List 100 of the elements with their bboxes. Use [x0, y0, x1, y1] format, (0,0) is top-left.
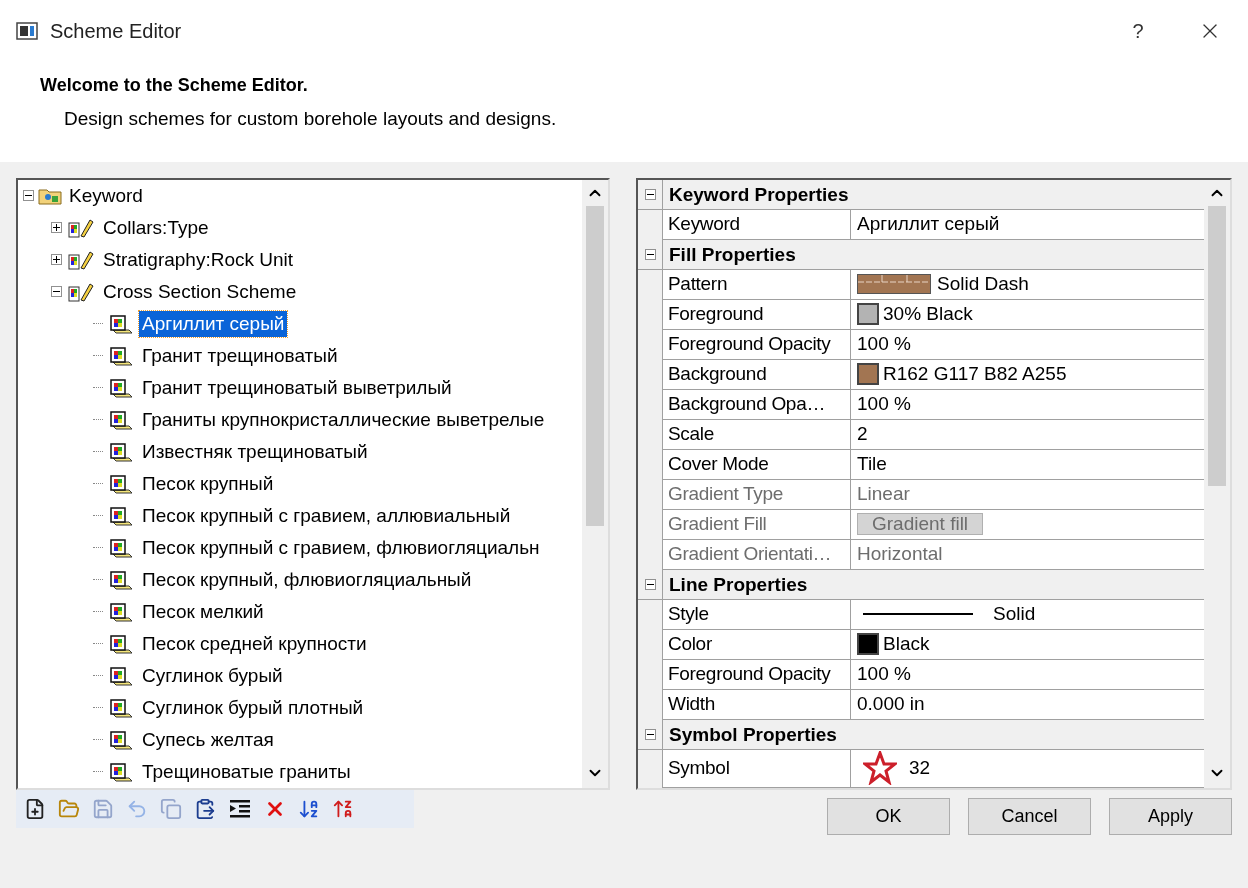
property-value: Solid	[993, 601, 1036, 626]
property-name: Symbol	[668, 755, 730, 780]
scrollbar-thumb[interactable]	[586, 205, 604, 526]
property-name: Gradient Fill	[668, 511, 767, 536]
property-name: Cover Mode	[668, 451, 769, 476]
property-value: 100 %	[857, 331, 911, 356]
property-row[interactable]: Foreground 30% Black	[662, 299, 1204, 330]
property-name: Foreground Opacity	[668, 331, 831, 356]
color-bar-pencil-icon	[68, 249, 94, 270]
collapse-toggle[interactable]	[644, 728, 656, 740]
property-value: 2	[857, 421, 868, 446]
expand-toggle[interactable]	[51, 222, 62, 233]
property-value: 100 %	[857, 391, 911, 416]
tree-item[interactable]: Аргиллит серый	[139, 310, 288, 337]
scheme-item-icon	[109, 761, 133, 782]
property-name: Foreground	[668, 301, 764, 326]
property-value: 100 %	[857, 661, 911, 686]
help-button[interactable]: ?	[1118, 11, 1158, 51]
scheme-item-icon	[109, 729, 133, 750]
property-value: Tile	[857, 451, 887, 476]
scheme-item-icon	[109, 633, 133, 654]
property-name: Keyword	[668, 211, 740, 236]
property-value: 0.000 in	[857, 691, 925, 716]
dialog-button[interactable]: OK	[827, 797, 950, 835]
scheme-item-icon	[109, 697, 133, 718]
tree-item[interactable]: Песок крупный с гравием, аллювиальный	[139, 502, 514, 529]
property-value: 32	[909, 755, 931, 780]
scheme-item-icon	[109, 409, 133, 430]
scrollbar[interactable]	[1204, 179, 1230, 788]
dialog-button[interactable]: Apply	[1109, 797, 1232, 835]
header-subtitle: Design schemes for custom borehole layouts and designs.	[63, 107, 558, 131]
property-value: Black	[883, 631, 930, 656]
indent-icon[interactable]	[228, 797, 252, 820]
property-name: Background Opa…	[668, 391, 826, 416]
property-row[interactable]: Width 0.000 in	[662, 689, 1204, 720]
tree-item[interactable]: Гранит трещиноватый выветрилый	[139, 374, 455, 401]
paste-icon[interactable]	[194, 797, 216, 820]
scheme-item-icon	[109, 537, 133, 558]
scheme-item-icon	[109, 473, 133, 494]
scheme-item-icon	[109, 313, 133, 334]
expand-toggle[interactable]	[51, 254, 62, 265]
property-row[interactable]: Symbol 32	[662, 749, 1204, 788]
tree-item[interactable]: Суглинок бурый плотный	[139, 694, 367, 721]
new-file-icon[interactable]	[24, 797, 46, 820]
scheme-item-icon	[109, 569, 133, 590]
property-row[interactable]: Cover Mode Tile	[662, 449, 1204, 480]
property-name: Color	[668, 631, 712, 656]
property-row[interactable]: Foreground Opacity 100 %	[662, 329, 1204, 360]
tree-item[interactable]: Cross Section Scheme	[100, 275, 300, 308]
tree-item[interactable]: Трещиноватые граниты	[139, 758, 354, 785]
tree-item[interactable]: Граниты крупнокристаллические выветрелые	[139, 406, 548, 433]
tree-item[interactable]: Песок мелкий	[139, 598, 267, 625]
collapse-toggle[interactable]	[644, 578, 656, 590]
property-row[interactable]: Background Opa… 100 %	[662, 389, 1204, 420]
tree-item[interactable]: Песок крупный, флювиогляциальный	[139, 566, 475, 593]
collapse-toggle[interactable]	[644, 188, 656, 200]
property-row[interactable]: Style Solid	[662, 599, 1204, 630]
property-row[interactable]: Foreground Opacity 100 %	[662, 659, 1204, 690]
scrollbar[interactable]	[582, 179, 608, 788]
property-value: Аргиллит серый	[857, 211, 1000, 236]
tree-item[interactable]: Collars:Type	[100, 211, 212, 244]
tree-item[interactable]: Супесь желтая	[139, 726, 277, 753]
window-icon	[16, 22, 38, 40]
scheme-item-icon	[109, 377, 133, 398]
property-name: Foreground Opacity	[668, 661, 831, 686]
tree-item[interactable]: Известняк трещиноватый	[139, 438, 371, 465]
open-folder-icon[interactable]	[58, 797, 80, 820]
property-row[interactable]: Scale 2	[662, 419, 1204, 450]
tree-item[interactable]: Stratigraphy:Rock Unit	[100, 243, 297, 276]
scrollbar-thumb[interactable]	[1208, 205, 1226, 486]
collapse-toggle[interactable]	[644, 248, 656, 260]
scheme-item-icon	[109, 601, 133, 622]
property-name: Gradient Type	[668, 481, 784, 506]
collapse-toggle[interactable]	[51, 286, 62, 297]
header-title: Welcome to the Scheme Editor.	[39, 74, 309, 97]
property-row[interactable]: Background R162 G117 B82 A255	[662, 359, 1204, 390]
category-header: Keyword Properties	[662, 179, 849, 209]
collapse-toggle[interactable]	[23, 190, 34, 201]
tree-item[interactable]: Песок средней крупности	[139, 630, 370, 657]
dialog-button[interactable]: Cancel	[968, 797, 1091, 835]
folder-icon	[38, 186, 62, 205]
property-row[interactable]: Pattern Solid Dash	[662, 269, 1204, 300]
property-row[interactable]: Keyword Аргиллит серый	[662, 209, 1204, 240]
tree-item[interactable]: Суглинок бурый	[139, 662, 286, 689]
color-bar-pencil-icon	[68, 281, 94, 302]
tree-item[interactable]: Песок крупный с гравием, флювиогляциальн	[139, 534, 543, 561]
window-title: Scheme Editor	[50, 19, 182, 44]
tree-item[interactable]: Гранит трещиноватый	[139, 342, 341, 369]
property-value: R162 G117 B82 A255	[883, 361, 1067, 386]
tree-item[interactable]: Keyword	[66, 179, 146, 212]
scheme-item-icon	[109, 505, 133, 526]
category-header: Fill Properties	[662, 239, 796, 269]
property-row[interactable]: Color Black	[662, 629, 1204, 660]
tree-item[interactable]: Песок крупный	[139, 470, 277, 497]
property-name: Scale	[668, 421, 715, 446]
property-name: Pattern	[668, 271, 728, 296]
property-value: 30% Black	[883, 301, 973, 326]
property-value: Horizontal	[857, 541, 943, 566]
category-header: Symbol Properties	[662, 719, 837, 749]
property-name: Width	[668, 691, 716, 716]
